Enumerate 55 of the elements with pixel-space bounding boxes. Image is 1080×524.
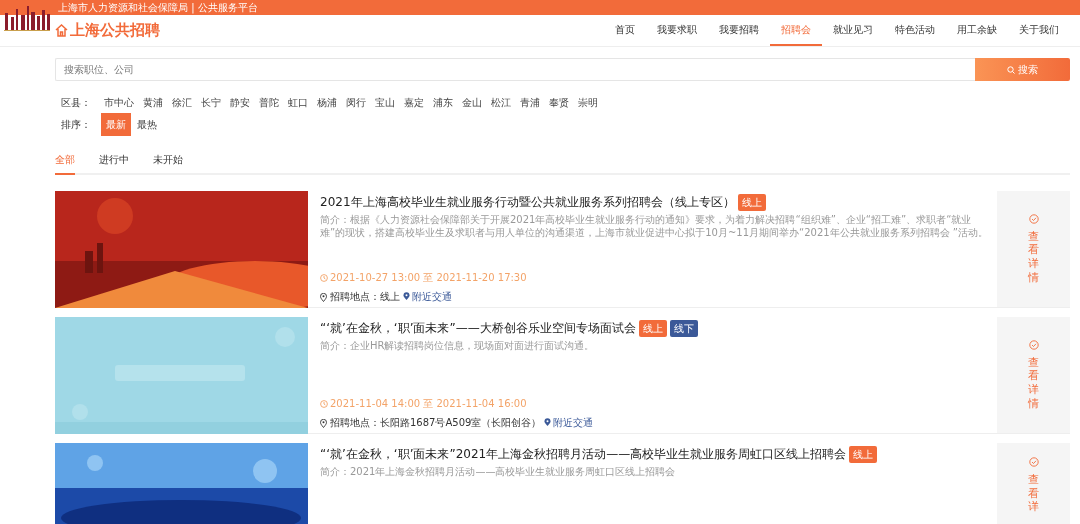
search-icon — [1007, 65, 1015, 74]
site-title: 上海公共招聘 — [70, 20, 160, 42]
transit-link[interactable]: 附近交通 — [544, 415, 594, 430]
district-option[interactable]: 黄浦 — [140, 94, 166, 111]
filter-label: 区县： — [61, 96, 92, 110]
district-option[interactable]: 青浦 — [517, 94, 543, 111]
district-option[interactable]: 市中心 — [101, 94, 137, 111]
district-option[interactable]: 闵行 — [343, 94, 369, 111]
district-option[interactable]: 普陀 — [256, 94, 282, 111]
fair-location: 招聘地点：长阳路1687号A509室（长阳创谷） — [330, 416, 542, 430]
fair-intro: 简介：2021年上海金秋招聘月活动——高校毕业生就业服务周虹口区线上招聘会 — [320, 465, 677, 478]
transit-link[interactable]: 附近交通 — [403, 289, 452, 304]
logo-icon[interactable] — [2, 3, 52, 31]
district-option[interactable]: 松江 — [488, 94, 514, 111]
fair-title[interactable]: 2021年上海高校毕业生就业服务行动暨公共就业服务系列招聘会（线上专区） — [320, 193, 735, 211]
fair-title[interactable]: “‘就’在金秋，‘职’面未来”2021年上海金秋招聘月活动——高校毕业生就业服务周虹口区线上招聘会 — [320, 445, 847, 463]
nav-item[interactable]: 特色活动 — [884, 15, 946, 46]
fair-time: 2021-10-27 13:00 至 2021-11-20 17:30 — [330, 271, 527, 285]
district-option[interactable]: 金山 — [459, 94, 485, 111]
district-option[interactable]: 徐汇 — [169, 94, 195, 111]
check-circle-icon — [1028, 213, 1039, 224]
fair-title[interactable]: “‘就’在金秋，‘职’面未来”——大桥创谷乐业空间专场面试会 — [320, 319, 636, 337]
mode-tag: 线下 — [669, 319, 698, 337]
pin-icon — [403, 292, 410, 301]
filter-label: 排序： — [61, 118, 92, 132]
district-option[interactable]: 长宁 — [198, 94, 224, 111]
pin-icon — [544, 418, 552, 427]
district-option[interactable]: 虹口 — [285, 94, 311, 111]
fair-location: 招聘地点：线上 — [330, 290, 400, 304]
district-option[interactable]: 崇明 — [575, 94, 601, 111]
search-field[interactable]: 搜索职位、公司 — [55, 58, 975, 81]
top-bar: 上海市人力资源和社会保障局 | 公共服务平台 — [0, 0, 1080, 15]
district-option[interactable]: 嘉定 — [401, 94, 427, 111]
check-circle-icon — [1028, 339, 1039, 350]
mode-tag: 线上 — [737, 193, 766, 211]
sort-option[interactable]: 最热 — [134, 116, 160, 133]
district-option[interactable]: 杨浦 — [314, 94, 340, 111]
fair-intro: 简介：企业HR解读招聘岗位信息，现场面对面进行面试沟通。 — [320, 339, 596, 352]
check-circle-icon — [1028, 457, 1039, 467]
filter-tab[interactable]: 未开始 — [153, 152, 183, 175]
nav-item[interactable]: 用工余缺 — [946, 15, 1008, 46]
fair-time: 2021-11-04 14:00 至 2021-11-04 16:00 — [330, 397, 527, 411]
district-option[interactable]: 宝山 — [372, 94, 398, 111]
district-option[interactable]: 静安 — [227, 94, 253, 111]
nav-item[interactable]: 就业见习 — [822, 15, 884, 46]
district-option[interactable]: 浦东 — [430, 94, 456, 111]
district-option[interactable]: 奉贤 — [546, 94, 572, 111]
mode-tag: 线上 — [849, 445, 878, 463]
nav-item[interactable]: 关于我们 — [1008, 15, 1070, 46]
mode-tag: 线上 — [638, 319, 667, 337]
nav-item[interactable]: 我要求职 — [646, 15, 708, 46]
nav-item[interactable]: 我要招聘 — [708, 15, 770, 46]
nav-item[interactable]: 首页 — [604, 15, 646, 46]
fair-intro: 简介：根据《人力资源社会保障部关于开展2021年高校毕业生就业服务行动的通知》要求，为着力解决招聘“组织难”、企业“招工难”、求职者“就业难”的现状，搭建高校毕业生及求职者与用人单位的沟通渠道，上海市就业促进中心拟于10月~11月期间举办“2021年公共就业服务系列招聘会 ”活动。 — [320, 213, 989, 239]
filter-tab[interactable]: 进行中 — [99, 152, 129, 175]
